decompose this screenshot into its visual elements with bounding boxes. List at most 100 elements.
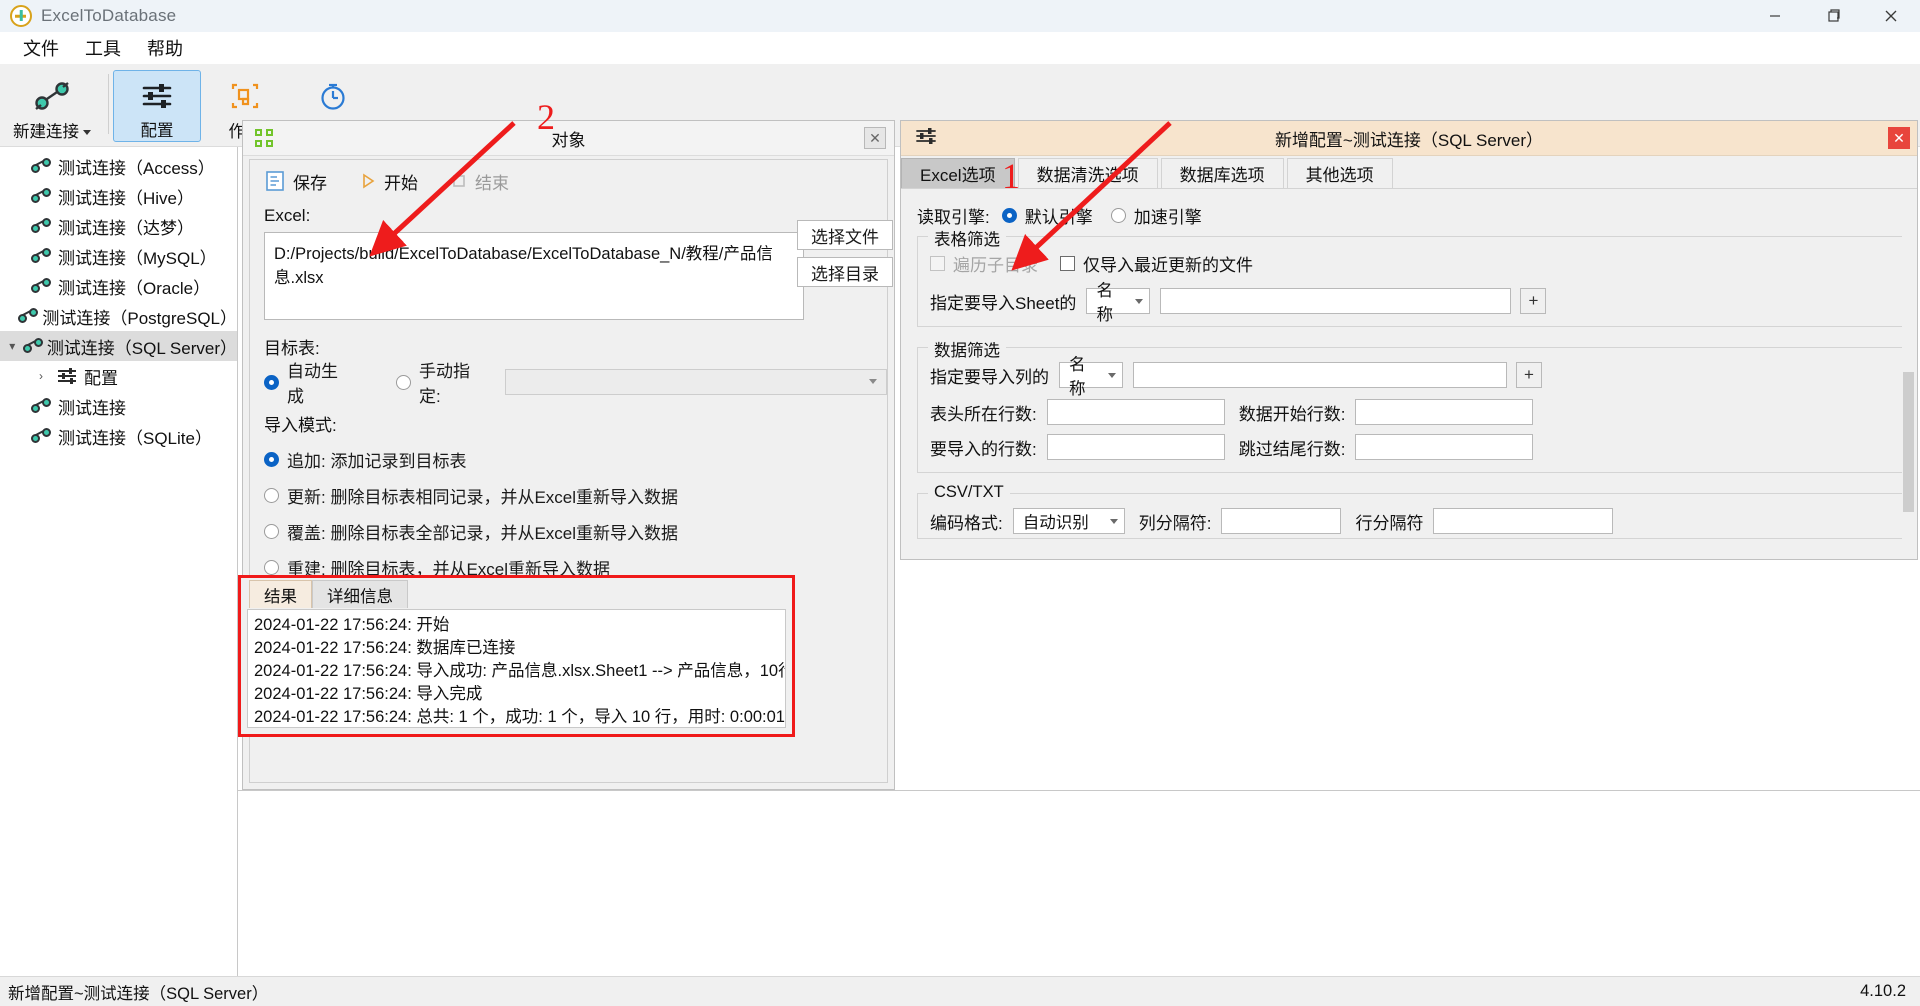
- close-icon[interactable]: [1862, 0, 1920, 32]
- header-row-input[interactable]: [1046, 399, 1225, 425]
- manual-table-value: [506, 372, 512, 389]
- radio-accel-engine[interactable]: [1110, 208, 1126, 223]
- menu-file[interactable]: 文件: [10, 31, 72, 65]
- minimize-icon[interactable]: [1746, 0, 1804, 32]
- config-tabs: Excel选项 数据清洗选项 数据库选项 其他选项: [901, 156, 1917, 188]
- save-button-label: 保存: [293, 173, 327, 193]
- close-icon[interactable]: ✕: [864, 127, 886, 149]
- tab-data-cleaning-options[interactable]: 数据清洗选项: [1017, 158, 1158, 188]
- choose-file-button[interactable]: 选择文件: [797, 220, 893, 250]
- sliders-icon: [140, 77, 174, 115]
- window-controls: [1746, 0, 1920, 32]
- plug-icon: [33, 76, 71, 116]
- tree-item-config[interactable]: › 配置: [0, 361, 237, 391]
- menu-tools[interactable]: 工具: [72, 31, 134, 65]
- read-engine-row: 读取引擎: 默认引擎 加速引擎: [917, 203, 1917, 228]
- annotation-2-number: 2: [537, 97, 555, 137]
- target-table-label: 目标表:: [264, 339, 320, 358]
- mode-update[interactable]: 更新: 删除目标表相同记录，并从Excel重新导入数据: [264, 480, 887, 510]
- config-panel: 新增配置~测试连接（SQL Server） ✕ 选择文件 选择目录 Excel选…: [797, 120, 1918, 560]
- sheet-filter-row: 指定要导入Sheet的 名称 +: [930, 282, 1890, 324]
- excel-path-value: D:/Projects/build/ExcelToDatabase/ExcelT…: [274, 245, 773, 287]
- sheet-mode-select[interactable]: 名称: [1086, 282, 1151, 324]
- skip-tail-input[interactable]: [1355, 434, 1534, 460]
- save-button[interactable]: 保存: [264, 169, 327, 194]
- mode-overwrite-label: 覆盖: 删除目标表全部记录，并从Excel重新导入数据: [287, 523, 679, 543]
- menu-help[interactable]: 帮助: [134, 31, 196, 65]
- start-button[interactable]: 开始: [359, 169, 418, 194]
- choose-directory-button[interactable]: 选择目录: [797, 257, 893, 287]
- target-table-options: 自动生成 手动指定:: [264, 362, 887, 406]
- add-column-button[interactable]: +: [1516, 362, 1542, 388]
- tree-item-hive[interactable]: 测试连接（Hive）: [0, 181, 237, 211]
- column-filter-input[interactable]: [1133, 362, 1507, 388]
- tab-details[interactable]: 详细信息: [312, 580, 408, 608]
- tab-excel-options[interactable]: Excel选项: [901, 158, 1015, 188]
- tree-item-dameng[interactable]: 测试连接（达梦）: [0, 211, 237, 241]
- checkbox-only-recent[interactable]: [1060, 256, 1075, 271]
- checkbox-traverse-subdir: [930, 256, 945, 271]
- tab-result[interactable]: 结果: [249, 580, 312, 608]
- sheet-mode-value: 名称: [1096, 282, 1113, 324]
- col-sep-input[interactable]: [1221, 508, 1342, 534]
- radio-auto-generate[interactable]: [264, 374, 279, 390]
- column-mode-select[interactable]: 名称: [1059, 356, 1123, 398]
- tree-item-access[interactable]: 测试连接（Access）: [0, 151, 237, 181]
- file-buttons: 选择文件 选择目录: [797, 220, 893, 287]
- excel-path-input[interactable]: D:/Projects/build/ExcelToDatabase/ExcelT…: [264, 232, 804, 320]
- tree-item-sqlserver[interactable]: ▾ 测试连接（SQL Server）: [0, 331, 237, 361]
- radio-manual-specify[interactable]: [395, 374, 411, 390]
- maximize-icon[interactable]: [1804, 0, 1862, 32]
- tab-other-options[interactable]: 其他选项: [1286, 158, 1393, 188]
- config-scrollbar[interactable]: [1902, 192, 1915, 557]
- plug-icon: [18, 308, 39, 324]
- tree-item-oracle[interactable]: 测试连接（Oracle）: [0, 271, 237, 301]
- plug-icon: [22, 338, 43, 354]
- skip-tail-label: 跳过结尾行数:: [1238, 439, 1346, 459]
- stop-button: 结束: [450, 169, 509, 194]
- ribbon-separator: [108, 74, 109, 134]
- chevron-right-icon[interactable]: ›: [28, 369, 54, 383]
- ribbon-new-connection[interactable]: 新建连接: [0, 70, 104, 142]
- save-icon: [264, 170, 286, 192]
- radio-default-engine[interactable]: [1001, 208, 1017, 223]
- radio-accel-engine-label: 加速引擎: [1133, 208, 1202, 227]
- tab-database-options[interactable]: 数据库选项: [1160, 158, 1284, 188]
- tree-item-sqlite[interactable]: 测试连接（SQLite）: [0, 421, 237, 451]
- log-line: 2024-01-22 17:56:24: 导入完成: [254, 685, 483, 703]
- status-message: 新增配置~测试连接（SQL Server）: [8, 984, 269, 1003]
- object-panel-title: 对象: [551, 130, 586, 150]
- sliders-icon: [54, 368, 80, 384]
- tree-item-mysql[interactable]: 测试连接（MySQL）: [0, 241, 237, 271]
- workspace-empty-area: [238, 790, 1920, 977]
- connections-tree[interactable]: 测试连接（Access） 测试连接（Hive） 测试连接（达梦） 测试连接（My…: [0, 147, 238, 790]
- scrollbar-thumb[interactable]: [1903, 372, 1914, 512]
- radio-update[interactable]: [264, 487, 279, 503]
- mode-append[interactable]: 追加: 添加记录到目标表: [264, 444, 887, 474]
- log-line: 2024-01-22 17:56:24: 总共: 1 个，成功: 1 个，导入 …: [254, 708, 785, 726]
- radio-default-engine-label: 默认引擎: [1024, 208, 1093, 227]
- encoding-label: 编码格式:: [930, 513, 1003, 533]
- mode-overwrite[interactable]: 覆盖: 删除目标表全部记录，并从Excel重新导入数据: [264, 516, 887, 546]
- chevron-down-icon: [1135, 298, 1144, 304]
- import-rows-input[interactable]: [1046, 434, 1225, 460]
- radio-auto-generate-label: 自动生成: [287, 362, 338, 406]
- tree-item-connection[interactable]: 测试连接: [0, 391, 237, 421]
- sheet-filter-input[interactable]: [1160, 288, 1512, 314]
- results-log[interactable]: 2024-01-22 17:56:24: 开始 2024-01-22 17:56…: [247, 609, 786, 728]
- manual-table-combobox[interactable]: [504, 369, 887, 395]
- radio-append[interactable]: [264, 451, 279, 467]
- add-sheet-button[interactable]: +: [1520, 288, 1547, 314]
- results-tabs: 结果 详细信息: [241, 578, 792, 608]
- ribbon-config[interactable]: 配置: [113, 70, 201, 142]
- data-start-input[interactable]: [1355, 399, 1534, 425]
- row-sep-input[interactable]: [1433, 508, 1614, 534]
- encoding-select[interactable]: 自动识别: [1012, 508, 1125, 534]
- chevron-down-icon: [1108, 372, 1116, 378]
- radio-overwrite[interactable]: [264, 523, 279, 539]
- tree-item-postgresql[interactable]: 测试连接（PostgreSQL）: [0, 301, 237, 331]
- excel-options-content: 读取引擎: 默认引擎 加速引擎 表格筛选 遍历子目录 仅导入最近更新的文件 指定…: [901, 188, 1917, 559]
- chevron-down-icon[interactable]: ▾: [2, 339, 22, 353]
- radio-rebuild[interactable]: [264, 559, 279, 575]
- plug-icon: [28, 248, 54, 264]
